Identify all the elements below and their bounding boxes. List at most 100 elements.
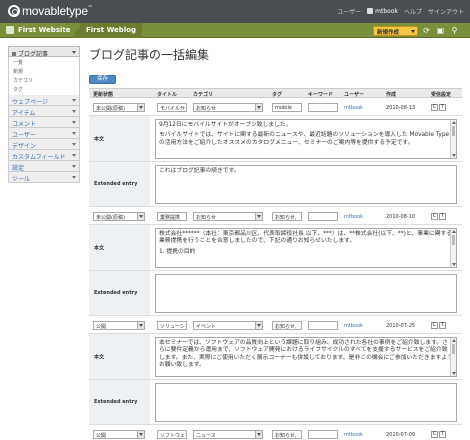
author-link[interactable]: mtbook — [344, 105, 363, 111]
feedback-toggles: CT — [431, 431, 446, 438]
body-label: 本文 — [89, 334, 150, 379]
textarea-scrollbar[interactable] — [450, 338, 456, 376]
keywords-input[interactable] — [308, 212, 338, 221]
author-link[interactable]: mtbook — [344, 432, 363, 438]
chevron-down-icon — [137, 213, 144, 220]
trackbacks-checkbox[interactable]: T — [439, 431, 446, 438]
keywords-input[interactable] — [308, 103, 338, 112]
title-input[interactable]: モバイルサ — [157, 103, 187, 112]
movabletype-logo[interactable]: movabletype™ — [8, 4, 92, 18]
refresh-icon[interactable]: ⟳ — [422, 26, 431, 35]
body-textarea[interactable]: 本セミナーでは、ソフトウェアの品質向上という課題に取り組み、成功された各社の事例… — [155, 337, 457, 377]
submenu-item-list[interactable]: 一覧 — [9, 58, 79, 67]
save-button[interactable]: 保存 — [89, 75, 116, 84]
textarea-scrollbar[interactable] — [450, 120, 456, 158]
body-textarea[interactable]: 株式会社******（本社：東京都品川区、代表取締役社長 以下、***）は、**… — [155, 228, 457, 268]
table-row: 公開 ソフトウェ ニュース お知らせ, mtbook 2010-07-09 CT — [89, 425, 462, 440]
context-navbar: First Website First Weblog 新規作成 ⟳ ▣ ⚲ — [0, 23, 470, 38]
comments-checkbox[interactable]: C — [431, 431, 438, 438]
date-value: 2010-07-09 — [386, 432, 416, 438]
trackbacks-checkbox[interactable]: T — [439, 104, 446, 111]
extended-label: Extended entry — [89, 271, 150, 315]
keywords-input[interactable] — [308, 321, 338, 330]
extended-textarea[interactable] — [155, 383, 457, 422]
table-row: 未公開(原稿) モバイルサ お知らせ mobile mtbook 2010-08… — [89, 98, 462, 116]
comments-checkbox[interactable]: C — [431, 322, 438, 329]
tags-input[interactable]: お知らせ, — [272, 321, 302, 330]
chevron-down-icon — [137, 322, 144, 329]
table-row: 公開 ソリューシ イベント お知らせ, mtbook 2010-07-25 CT — [89, 316, 462, 334]
new-create-button[interactable]: 新規作成 — [373, 26, 418, 36]
entries-submenu: 一覧 新規 カテゴリ タグ — [8, 57, 80, 95]
body-label: 本文 — [89, 116, 150, 161]
body-textarea[interactable]: 9月12日にモバイルサイトがオープン致しました。 モバイルサイトでは、サイトに関… — [155, 119, 457, 159]
category-select[interactable]: お知らせ — [193, 103, 263, 112]
extended-row: Extended entry — [89, 380, 462, 425]
tags-input[interactable]: お知らせ, — [272, 212, 302, 221]
sidebar-item-webpages[interactable]: ウェブページ — [8, 95, 80, 106]
col-tags: タグ — [272, 92, 283, 98]
textarea-scrollbar[interactable] — [450, 229, 456, 267]
sidebar: ブログ記事 一覧 新規 カテゴリ タグ ウェブページ アイテム コメント ユーザ… — [8, 46, 80, 183]
nav-icon-group: ⟳ ▣ ⚲ — [422, 26, 459, 35]
category-select[interactable]: お知らせ — [193, 212, 263, 221]
tags-input[interactable]: お知らせ, — [272, 430, 302, 439]
title-input[interactable]: ソリューシ — [157, 321, 187, 330]
category-select[interactable]: ニュース — [193, 430, 263, 439]
author-link[interactable]: mtbook — [344, 323, 363, 329]
date-value: 2010-08-13 — [386, 105, 416, 111]
extended-textarea[interactable] — [155, 274, 457, 313]
comments-checkbox[interactable]: C — [431, 104, 438, 111]
trackbacks-checkbox[interactable]: T — [439, 213, 446, 220]
weblog-link[interactable]: First Weblog — [80, 23, 143, 38]
category-select[interactable]: イベント — [193, 321, 263, 330]
logo-ring-icon — [8, 5, 20, 17]
keywords-input[interactable] — [308, 430, 338, 439]
col-title: タイトル — [157, 92, 178, 98]
title-input[interactable]: 業務提携 — [157, 212, 187, 221]
help-link[interactable]: ヘルプ — [404, 7, 422, 16]
sidebar-item-comments[interactable]: コメント — [8, 117, 80, 128]
sidebar-item-settings[interactable]: 設定 — [8, 161, 80, 172]
col-date: 作成 — [386, 92, 397, 98]
chevron-down-icon — [72, 143, 76, 146]
chevron-down-icon — [72, 51, 76, 54]
website-link[interactable]: First Website — [18, 26, 70, 34]
submenu-item-categories[interactable]: カテゴリ — [9, 76, 79, 85]
chevron-down-icon — [72, 165, 76, 168]
col-author: ユーザー — [344, 92, 364, 98]
user-link[interactable]: mtbook — [367, 8, 398, 15]
col-feedback: 受信設定 — [431, 92, 452, 98]
extended-textarea[interactable]: これはブログ記事の続きです。 — [155, 165, 457, 204]
body-label: 本文 — [89, 225, 150, 270]
status-select[interactable]: 未公開(原稿) — [93, 103, 145, 112]
feedback-toggles: CT — [431, 104, 446, 111]
entries-icon — [12, 52, 16, 56]
date-value: 2010-08-10 — [386, 214, 416, 220]
title-input[interactable]: ソフトウェ — [157, 430, 187, 439]
col-keywords: キーワード — [308, 92, 334, 98]
chevron-down-icon — [411, 30, 415, 33]
signout-link[interactable]: サインアウト — [428, 7, 464, 16]
status-select[interactable]: 未公開(原稿) — [93, 212, 145, 221]
trackbacks-checkbox[interactable]: T — [439, 322, 446, 329]
sidebar-item-users[interactable]: ユーザー — [8, 128, 80, 139]
tags-input[interactable]: mobile — [272, 103, 302, 112]
submenu-item-new[interactable]: 新規 — [9, 67, 79, 76]
user-icon — [367, 8, 374, 14]
sidebar-item-entries[interactable]: ブログ記事 — [8, 46, 80, 58]
sidebar-item-design[interactable]: デザイン — [8, 139, 80, 150]
author-link[interactable]: mtbook — [344, 214, 363, 220]
sidebar-item-custom-fields[interactable]: カスタムフィールド — [8, 150, 80, 161]
status-select[interactable]: 公開 — [93, 430, 145, 439]
sidebar-item-tools[interactable]: ツール — [8, 172, 80, 183]
status-select[interactable]: 公開 — [93, 321, 145, 330]
extended-row: Extended entry — [89, 271, 462, 316]
comments-checkbox[interactable]: C — [431, 213, 438, 220]
sidebar-item-assets[interactable]: アイテム — [8, 106, 80, 117]
site-icon[interactable] — [6, 26, 14, 34]
submenu-item-tags[interactable]: タグ — [9, 85, 79, 94]
search-icon[interactable]: ⚲ — [450, 26, 459, 35]
chevron-down-icon — [72, 154, 76, 157]
publish-icon[interactable]: ▣ — [436, 26, 445, 35]
